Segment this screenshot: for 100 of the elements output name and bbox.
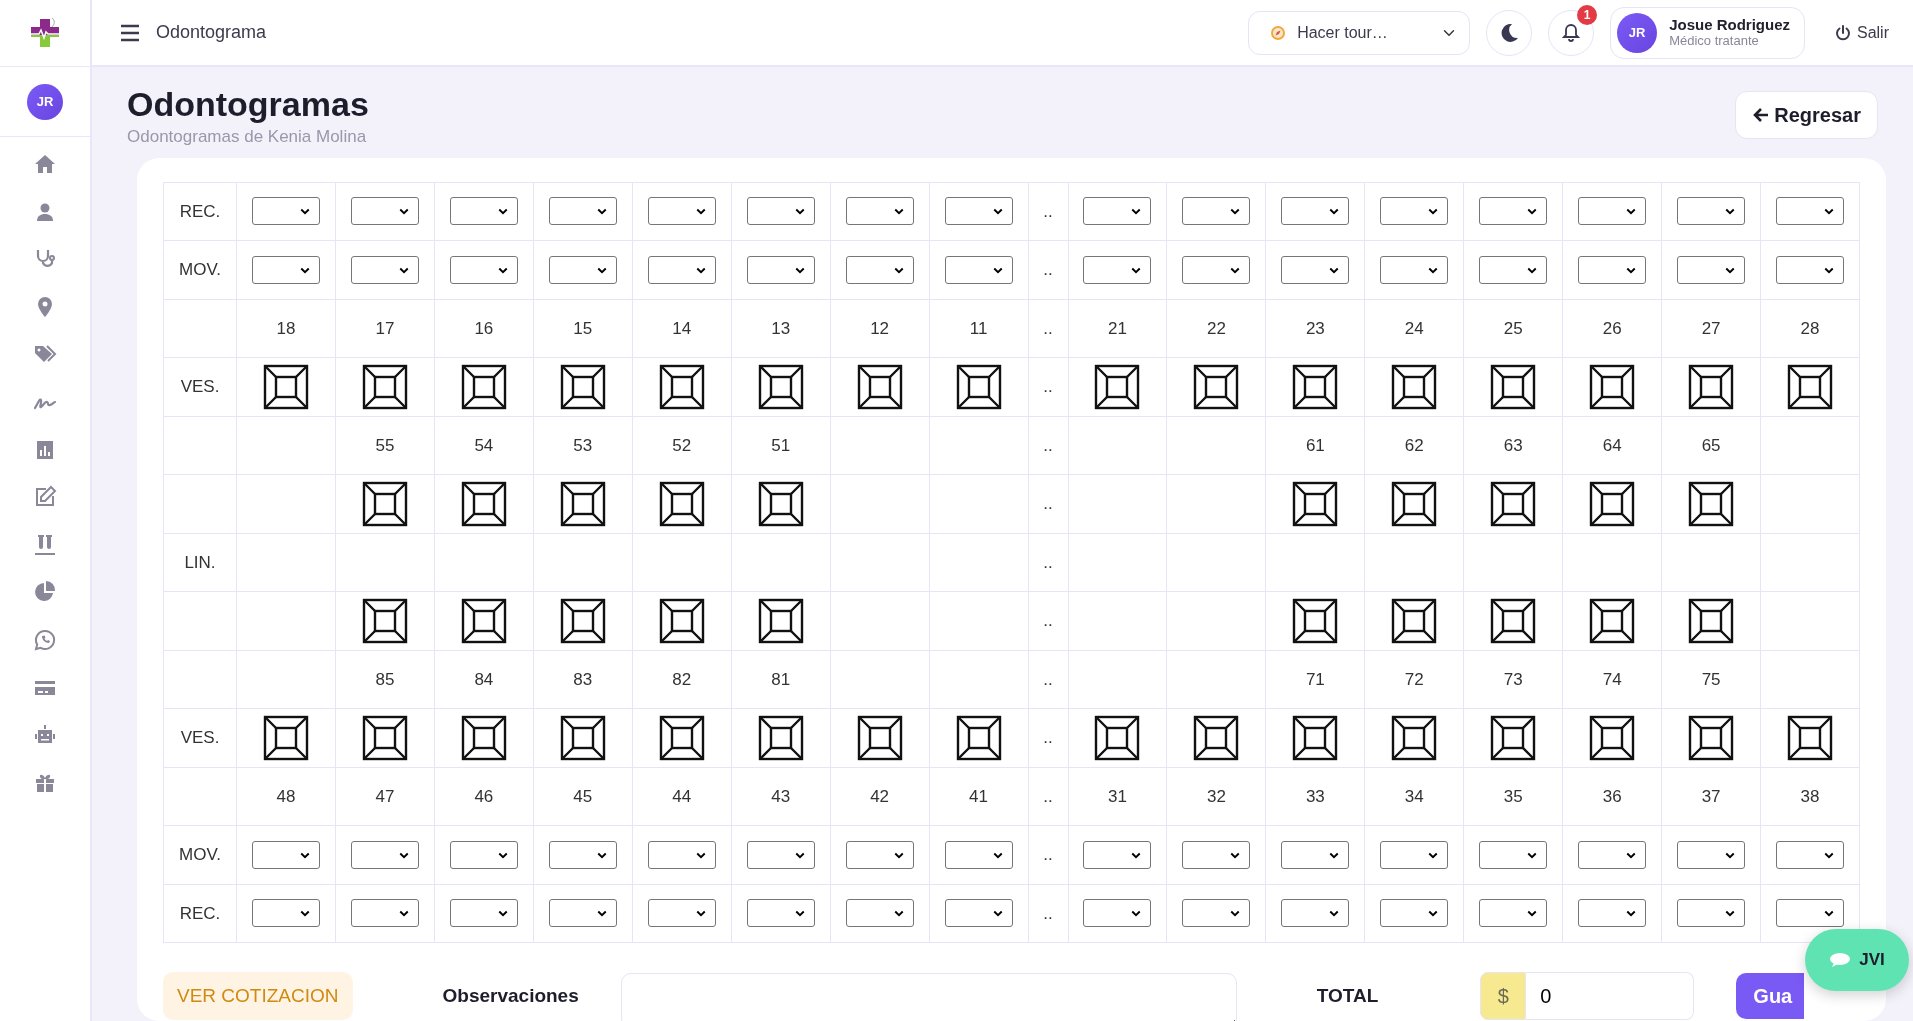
logout-button[interactable]: Salir (1829, 19, 1895, 46)
tooth-diagram-icon[interactable] (1489, 596, 1538, 645)
tooth-select[interactable] (1578, 255, 1647, 284)
tooth-select[interactable] (647, 840, 716, 869)
tooth-diagram-icon[interactable] (657, 479, 706, 528)
tooth-select[interactable] (1083, 840, 1152, 869)
tooth-diagram-icon[interactable] (1291, 479, 1340, 528)
test-tubes-icon[interactable] (33, 532, 57, 557)
tooth-select[interactable] (1479, 197, 1548, 226)
tooth-select[interactable] (251, 255, 320, 284)
tooth-select[interactable] (350, 840, 419, 869)
tooth-diagram-icon[interactable] (1390, 713, 1439, 762)
save-button[interactable]: Gua (1736, 973, 1805, 1020)
user-avatar[interactable]: JR (27, 83, 63, 120)
tooth-diagram-icon[interactable] (1192, 362, 1241, 411)
tooth-diagram-icon[interactable] (756, 362, 805, 411)
tooth-select[interactable] (449, 899, 518, 928)
tooth-select[interactable] (1182, 197, 1251, 226)
tooth-diagram-icon[interactable] (1588, 479, 1637, 528)
tooth-select[interactable] (1380, 255, 1449, 284)
tooth-diagram-icon[interactable] (558, 479, 607, 528)
tooth-select[interactable] (1479, 255, 1548, 284)
tooth-select[interactable] (944, 840, 1013, 869)
tooth-diagram-icon[interactable] (1390, 362, 1439, 411)
tooth-diagram-icon[interactable] (855, 362, 904, 411)
tooth-diagram-icon[interactable] (1786, 713, 1835, 762)
tooth-select[interactable] (845, 840, 914, 869)
tooth-select[interactable] (1083, 255, 1152, 284)
tooth-diagram-icon[interactable] (756, 479, 805, 528)
tooth-select[interactable] (449, 840, 518, 869)
tooth-select[interactable] (1281, 197, 1350, 226)
tooth-diagram-icon[interactable] (1687, 479, 1736, 528)
tooth-select[interactable] (1776, 840, 1845, 869)
tooth-select[interactable] (1182, 255, 1251, 284)
tooth-select[interactable] (647, 255, 716, 284)
tooth-diagram-icon[interactable] (360, 713, 409, 762)
tooth-select[interactable] (548, 899, 617, 928)
tooth-select[interactable] (1479, 840, 1548, 869)
tooth-diagram-icon[interactable] (360, 596, 409, 645)
home-icon[interactable] (33, 152, 57, 176)
tooth-diagram-icon[interactable] (1687, 596, 1736, 645)
tooth-select[interactable] (548, 255, 617, 284)
tooth-select[interactable] (944, 255, 1013, 284)
tooth-select[interactable] (548, 197, 617, 226)
chat-button[interactable]: JVI (1805, 929, 1909, 991)
tooth-diagram-icon[interactable] (1390, 596, 1439, 645)
tooth-diagram-icon[interactable] (1786, 362, 1835, 411)
tooth-select[interactable] (350, 255, 419, 284)
tooth-diagram-icon[interactable] (1390, 479, 1439, 528)
tooth-diagram-icon[interactable] (558, 713, 607, 762)
tooth-diagram-icon[interactable] (657, 713, 706, 762)
tooth-select[interactable] (1578, 899, 1647, 928)
tooth-diagram-icon[interactable] (1489, 713, 1538, 762)
tooth-diagram-icon[interactable] (1588, 713, 1637, 762)
tooth-diagram-icon[interactable] (1291, 362, 1340, 411)
tooth-select[interactable] (746, 840, 815, 869)
tooth-diagram-icon[interactable] (954, 362, 1003, 411)
tooth-select[interactable] (1578, 197, 1647, 226)
tooth-select[interactable] (1083, 899, 1152, 928)
tooth-select[interactable] (1677, 197, 1746, 226)
tooth-diagram-icon[interactable] (459, 479, 508, 528)
tooth-diagram-icon[interactable] (261, 362, 310, 411)
observations-field[interactable] (620, 973, 1237, 1021)
tooth-select[interactable] (746, 255, 815, 284)
user-menu[interactable]: JR Josue Rodriguez Médico tratante (1610, 6, 1805, 59)
tooth-diagram-icon[interactable] (756, 713, 805, 762)
tooth-select[interactable] (1677, 840, 1746, 869)
tooth-diagram-icon[interactable] (657, 362, 706, 411)
menu-icon[interactable] (120, 23, 140, 42)
tooth-select[interactable] (1776, 197, 1845, 226)
tooth-diagram-icon[interactable] (756, 596, 805, 645)
tooth-select[interactable] (845, 197, 914, 226)
tooth-select[interactable] (449, 197, 518, 226)
chat-bubble-icon[interactable] (33, 627, 57, 652)
tooth-diagram-icon[interactable] (360, 362, 409, 411)
tooth-diagram-icon[interactable] (1489, 479, 1538, 528)
tooth-select[interactable] (1182, 899, 1251, 928)
tooth-diagram-icon[interactable] (1291, 596, 1340, 645)
tooth-select[interactable] (350, 197, 419, 226)
tooth-diagram-icon[interactable] (558, 596, 607, 645)
tooth-select[interactable] (746, 197, 815, 226)
tooth-select[interactable] (1380, 197, 1449, 226)
tooth-select[interactable] (1380, 899, 1449, 928)
tooth-select[interactable] (350, 899, 419, 928)
tooth-select[interactable] (1479, 899, 1548, 928)
tooth-select[interactable] (1677, 899, 1746, 928)
tooth-diagram-icon[interactable] (360, 479, 409, 528)
tooth-diagram-icon[interactable] (1093, 713, 1142, 762)
tooth-diagram-icon[interactable] (1192, 713, 1241, 762)
tooth-diagram-icon[interactable] (459, 596, 508, 645)
tooth-select[interactable] (1677, 255, 1746, 284)
tooth-select[interactable] (1083, 197, 1152, 226)
tooth-select[interactable] (944, 899, 1013, 928)
tooth-select[interactable] (1281, 255, 1350, 284)
tooth-select[interactable] (845, 899, 914, 928)
tooth-select[interactable] (1776, 899, 1845, 928)
medical-cross-logo[interactable] (28, 16, 62, 50)
tooth-select[interactable] (944, 197, 1013, 226)
tooth-diagram-icon[interactable] (1093, 362, 1142, 411)
tooth-diagram-icon[interactable] (459, 713, 508, 762)
